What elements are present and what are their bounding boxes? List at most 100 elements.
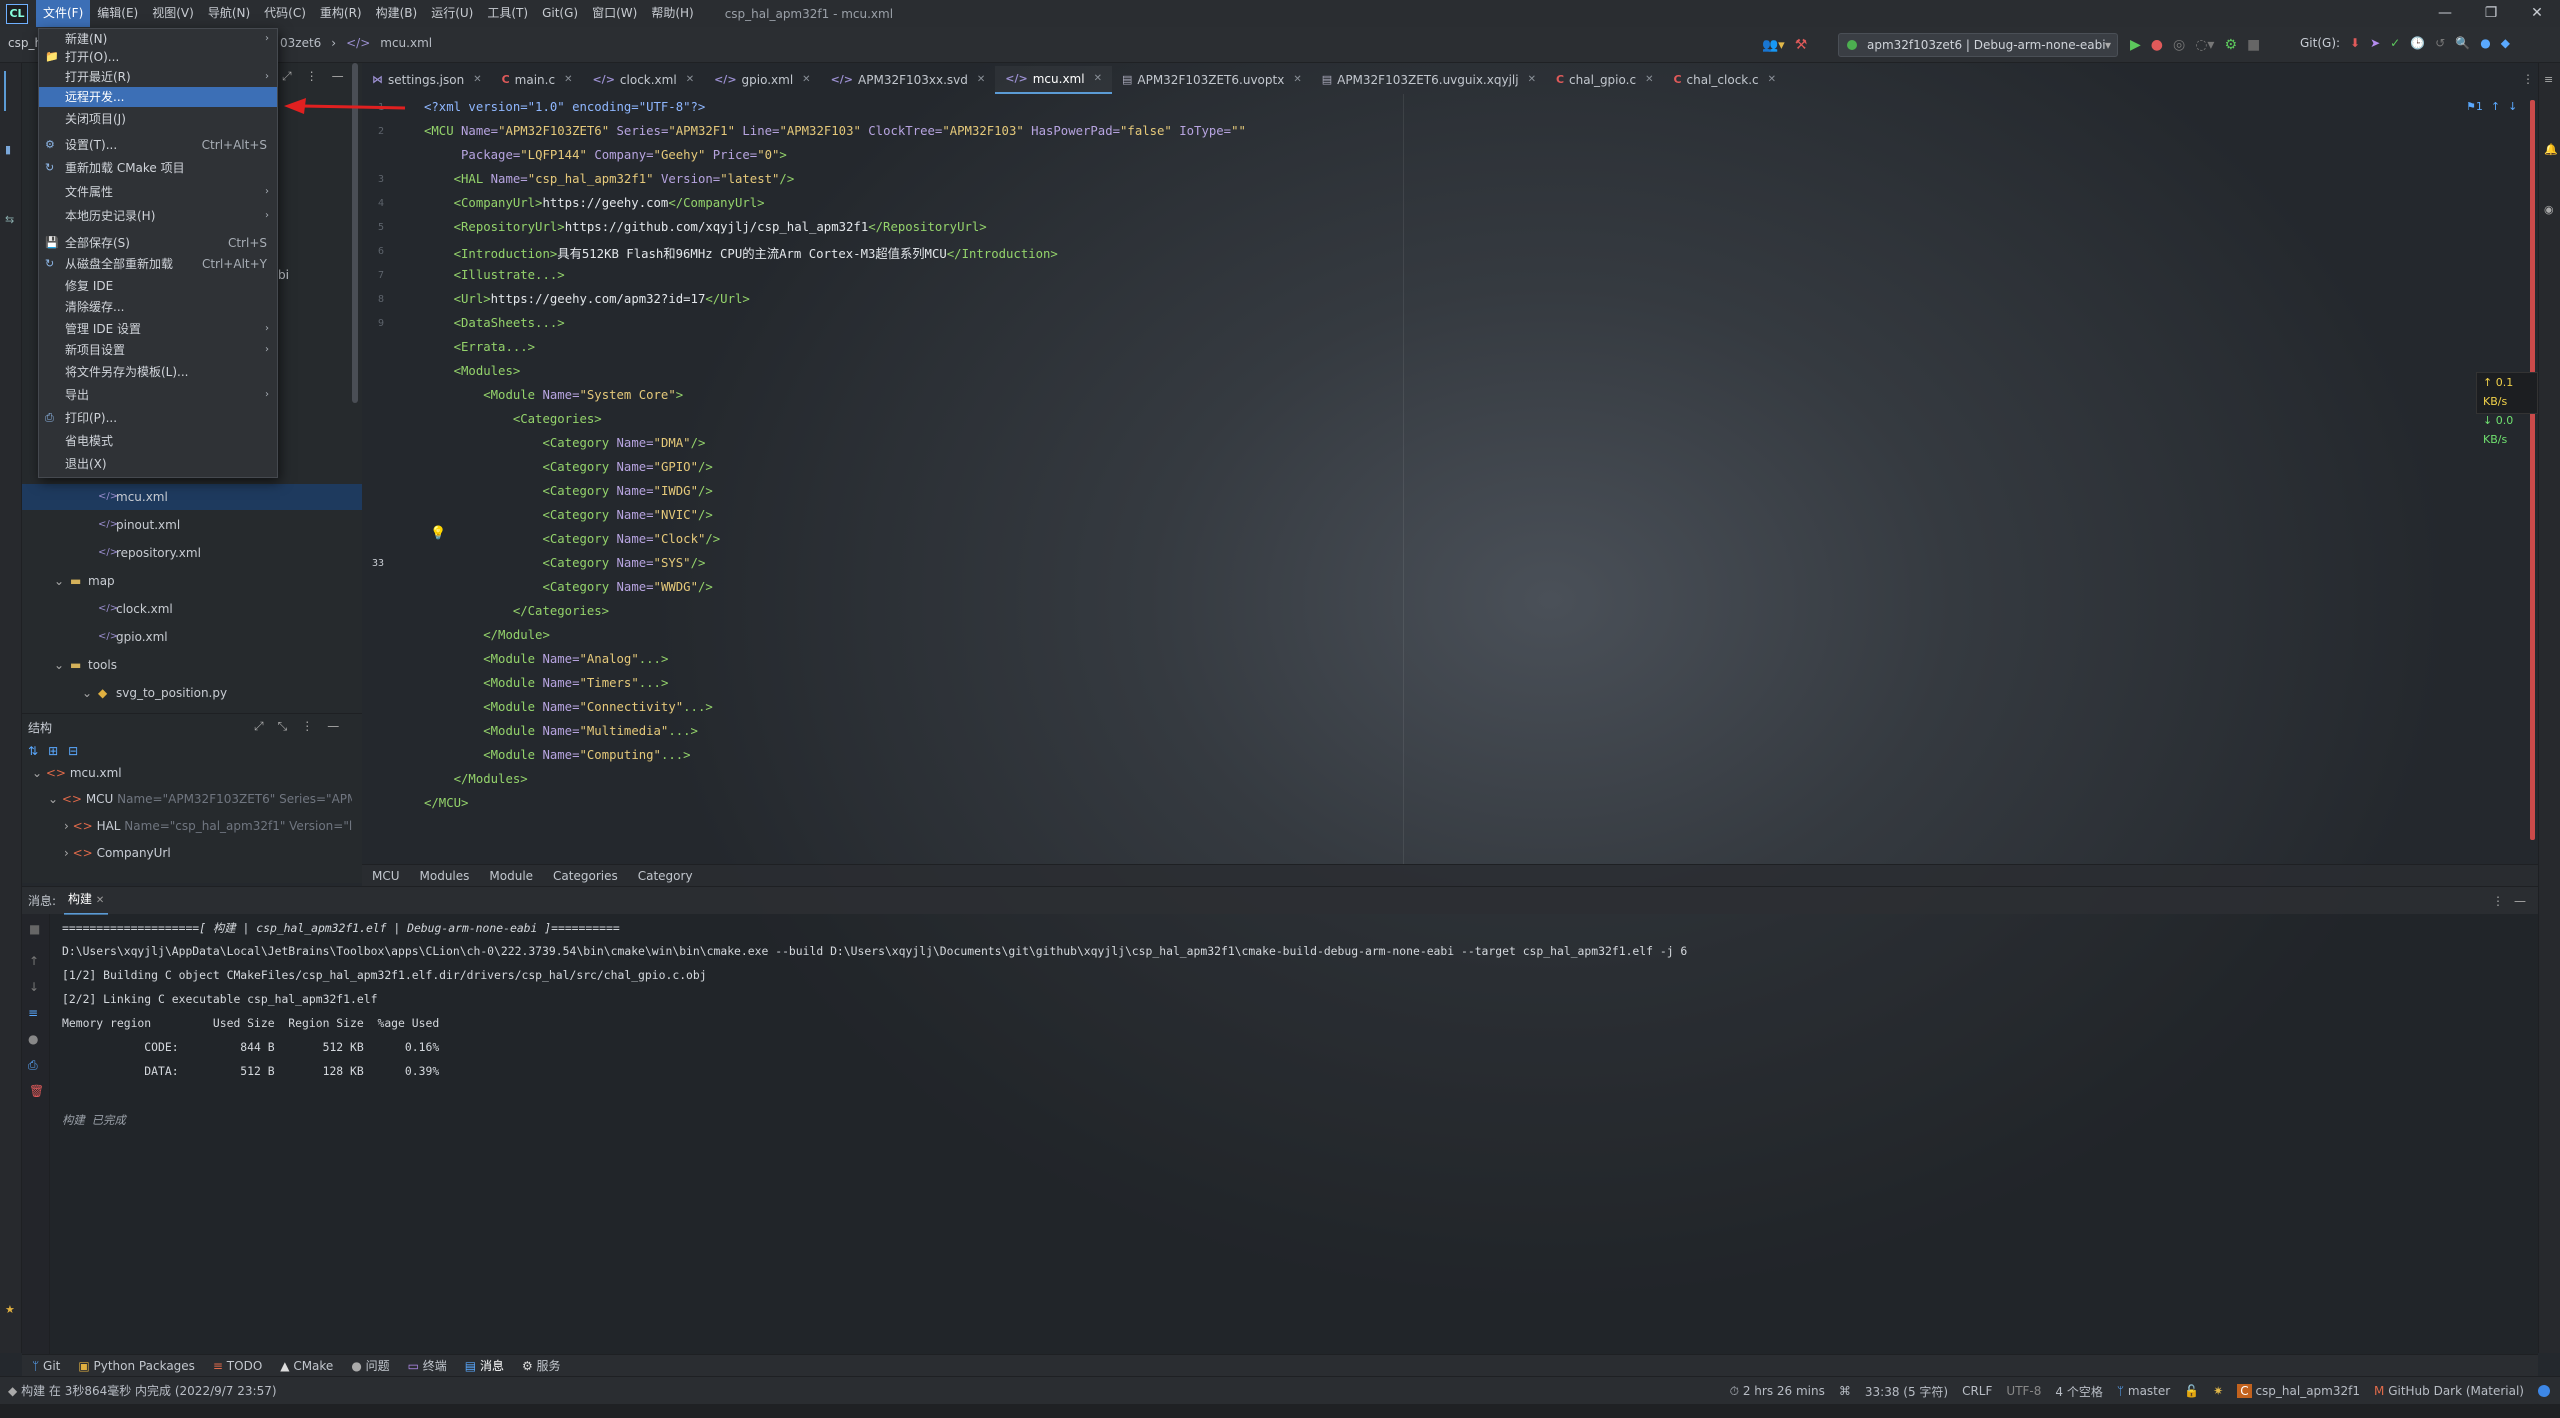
menu-item[interactable]: 编辑(E) — [90, 0, 145, 27]
bookmarks-icon[interactable]: ▮ — [5, 143, 11, 156]
close-tab-icon[interactable]: ✕ — [96, 895, 104, 906]
bottom-tool-tab[interactable]: ▤ 消息 — [465, 1357, 504, 1374]
breadcrumb-item[interactable]: 03zet6 — [280, 36, 321, 50]
xml-breadcrumb-item[interactable]: Module — [489, 869, 533, 883]
xml-breadcrumb-item[interactable]: Category — [638, 869, 693, 883]
menu-item[interactable]: 构建(B) — [369, 0, 425, 27]
menu-item[interactable]: 文件(F) — [36, 0, 91, 27]
print-icon[interactable]: ⎙ — [28, 1058, 38, 1073]
project-tree-item[interactable]: ⌄ ◆ svg_to_position.py — [22, 680, 362, 706]
restore-icon[interactable]: ❐ — [2468, 0, 2514, 27]
chevron-down-icon[interactable]: ⌄ — [54, 568, 64, 594]
file-encoding[interactable]: UTF-8 — [2006, 1384, 2041, 1398]
editor-tab[interactable]: </> APM32F103xx.svd ✕ — [821, 66, 996, 94]
editor-tab[interactable]: </> mcu.xml ✕ — [995, 66, 1112, 94]
inspection-widget[interactable]: ⚑1 ↑ ↓ — [2466, 100, 2517, 113]
hide-panel-icon[interactable]: — — [2514, 894, 2526, 908]
file-menu-item[interactable]: 打开最近(R) › — [39, 67, 277, 87]
expand-icon[interactable]: ⤢ — [254, 719, 264, 734]
close-tab-icon[interactable]: ✕ — [1645, 66, 1653, 94]
expand-icon[interactable]: ⤢ — [282, 69, 292, 84]
project-name-short[interactable]: csp_h — [8, 36, 42, 50]
soft-wrap-icon[interactable]: ≡ — [28, 1006, 38, 1020]
close-tab-icon[interactable]: ✕ — [1768, 66, 1776, 94]
collapse-all-icon[interactable]: ⊟ — [68, 744, 78, 758]
up-icon[interactable]: ↑ — [29, 954, 39, 968]
structure-item[interactable]: ⌄ <> mcu.xml — [32, 766, 122, 780]
chevron-right-icon[interactable]: ⌄ — [48, 792, 62, 806]
menu-item[interactable]: 运行(U) — [424, 0, 480, 27]
favorites-icon[interactable]: ★ — [5, 1303, 15, 1316]
debug-icon[interactable]: ● — [2151, 37, 2163, 53]
editor-tab[interactable]: Cchal_gpio.c ✕ — [1546, 66, 1663, 94]
xml-breadcrumb-item[interactable]: Modules — [420, 869, 470, 883]
chevron-right-icon[interactable]: › — [64, 819, 73, 833]
lightbulb-icon[interactable]: 💡 — [430, 526, 446, 541]
file-menu-item[interactable]: 修复 IDE — [39, 276, 277, 296]
pull-requests-icon[interactable]: ⇆ — [5, 213, 14, 226]
close-tab-icon[interactable]: ✕ — [686, 66, 694, 94]
project-tree-item[interactable]: ⌄ ▬ tools — [22, 652, 362, 678]
file-menu-item[interactable]: 新建(N) › — [39, 29, 277, 49]
structure-item[interactable]: ⌄ <> MCU Name="APM32F103ZET6" Series="AP… — [48, 792, 352, 806]
git-push-icon[interactable]: ➤ — [2370, 36, 2380, 50]
editor-tab[interactable]: Cchal_clock.c ✕ — [1663, 66, 1786, 94]
bottom-tool-tab[interactable]: ≡ TODO — [213, 1359, 262, 1373]
close-tab-icon[interactable]: ✕ — [977, 66, 985, 94]
bottom-tool-tab[interactable]: ᛘ Git — [32, 1359, 60, 1373]
git-branch[interactable]: ᛘ master — [2117, 1384, 2170, 1398]
profile-icon[interactable]: ◌▾ — [2195, 37, 2214, 53]
file-menu-item[interactable]: 管理 IDE 设置 › — [39, 319, 277, 339]
chevron-right-icon[interactable]: › — [64, 846, 73, 860]
file-menu-item[interactable]: 将文件另存为模板(L)... — [39, 362, 277, 382]
plugin-icon[interactable]: ✷ — [2213, 1384, 2223, 1398]
close-tab-icon[interactable]: ✕ — [564, 66, 572, 94]
notification-dot-icon[interactable] — [2538, 1385, 2550, 1397]
tab-options-icon[interactable]: ⋮ — [2522, 72, 2534, 86]
memory-icon[interactable]: ⌘ — [1839, 1384, 1851, 1398]
users-icon[interactable]: 👥▾ — [1762, 38, 1785, 53]
menu-item[interactable]: 重构(R) — [313, 0, 369, 27]
filter-icon[interactable]: ● — [28, 1032, 38, 1046]
menu-item[interactable]: 工具(T) — [480, 0, 535, 27]
options-icon[interactable]: ⋮ — [301, 719, 313, 734]
status-message[interactable]: ◆ 构建 在 3秒864毫秒 内完成 (2022/9/7 23:57) — [8, 1377, 277, 1405]
notifications-icon[interactable]: 🔔 — [2544, 143, 2558, 156]
structure-item[interactable]: › <> CompanyUrl — [64, 846, 171, 860]
build-tab[interactable]: 构建 ✕ — [64, 887, 109, 915]
breadcrumb-item[interactable]: mcu.xml — [380, 36, 432, 50]
file-menu-item[interactable]: 省电模式 — [39, 431, 277, 451]
stop-icon[interactable]: ■ — [29, 922, 40, 936]
caret-position[interactable]: 33:38 (5 字符) — [1865, 1383, 1948, 1400]
menu-item[interactable]: 视图(V) — [145, 0, 201, 27]
menu-item[interactable]: 代码(C) — [257, 0, 313, 27]
github-copilot-icon[interactable]: ◉ — [2544, 203, 2554, 216]
bottom-tool-tab[interactable]: ▲ CMake — [280, 1359, 333, 1373]
file-menu-item[interactable]: 远程开发... — [39, 87, 277, 107]
indent-setting[interactable]: 4 个空格 — [2055, 1383, 2102, 1400]
project-tree-item[interactable]: </> mcu.xml — [22, 484, 362, 510]
file-menu-item[interactable]: ⎙ 打印(P)... — [39, 408, 277, 428]
next-highlight-icon[interactable]: ↓ — [2508, 100, 2517, 113]
sort-icon[interactable]: ⇅ — [28, 744, 38, 758]
project-tree-item[interactable]: </> clock.xml — [22, 596, 362, 622]
down-icon[interactable]: ↓ — [29, 980, 39, 994]
file-menu-item[interactable]: 文件属性 › — [39, 182, 277, 202]
options-icon[interactable]: ⋮ — [2492, 894, 2504, 908]
project-tree-item[interactable]: </> gpio.xml — [22, 624, 362, 650]
bottom-tool-tab[interactable]: ● 问题 — [351, 1357, 389, 1374]
editor-tab[interactable]: </> clock.xml ✕ — [582, 66, 704, 94]
chevron-down-icon[interactable]: ⌄ — [82, 680, 92, 706]
project-tree-item[interactable]: ⌄ ▬ map — [22, 568, 362, 594]
close-tab-icon[interactable]: ✕ — [1528, 66, 1536, 94]
hide-panel-icon[interactable]: — — [332, 69, 344, 84]
line-separator[interactable]: CRLF — [1962, 1384, 1992, 1398]
previous-highlight-icon[interactable]: ↑ — [2491, 100, 2500, 113]
rollback-icon[interactable]: ↺ — [2435, 36, 2445, 50]
bottom-tool-tab[interactable]: ▭ 终端 — [408, 1357, 447, 1374]
editor-tab[interactable]: ▤ APM32F103ZET6.uvoptx ✕ — [1112, 66, 1312, 94]
git-commit-icon[interactable]: ✓ — [2390, 36, 2400, 50]
structure-item[interactable]: › <> HAL Name="csp_hal_apm32f1" Version=… — [64, 819, 352, 833]
close-tab-icon[interactable]: ✕ — [473, 66, 481, 94]
editor-tab[interactable]: Cmain.c ✕ — [492, 66, 583, 94]
